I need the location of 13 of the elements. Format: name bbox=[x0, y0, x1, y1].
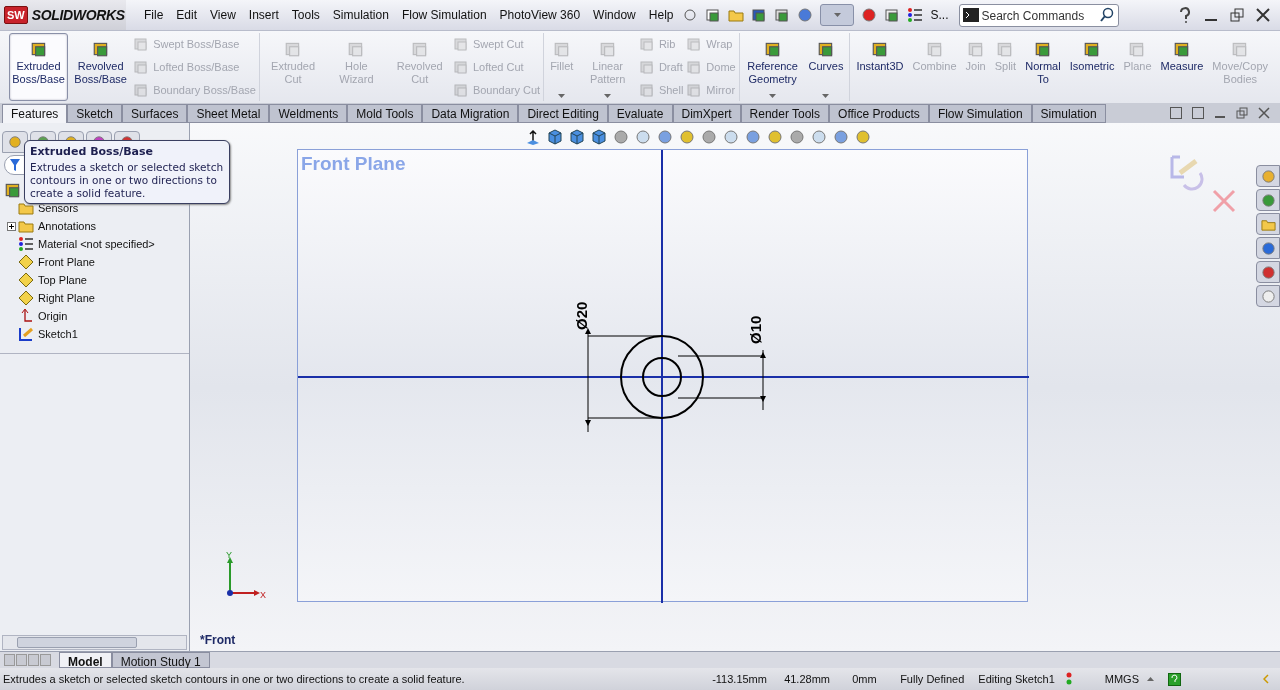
plane-label: Front Plane bbox=[301, 152, 406, 176]
z-coordinate: 0mm bbox=[852, 671, 878, 687]
edit-mode: Editing Sketch1 bbox=[978, 671, 1055, 687]
tooltip-text: Extrudes a sketch or selected sketch contours in one or two directions to create a solid feature. bbox=[30, 160, 224, 200]
app-logo: SOLIDWORKS bbox=[31, 5, 125, 25]
x-coordinate: -113.15mm bbox=[712, 671, 768, 687]
sketch-state: Fully Defined bbox=[900, 671, 965, 687]
axis-triad-drawing: Y X bbox=[222, 551, 268, 601]
status-message: Extrudes a sketch or selected sketch contours in one or two directions to create a solid feature. bbox=[3, 671, 465, 687]
logo-badge: SW bbox=[4, 5, 28, 25]
view-name: *Front bbox=[200, 632, 236, 649]
tooltip-title: Extruded Boss/Base bbox=[30, 144, 155, 160]
y-coordinate: 41.28mm bbox=[784, 671, 831, 687]
